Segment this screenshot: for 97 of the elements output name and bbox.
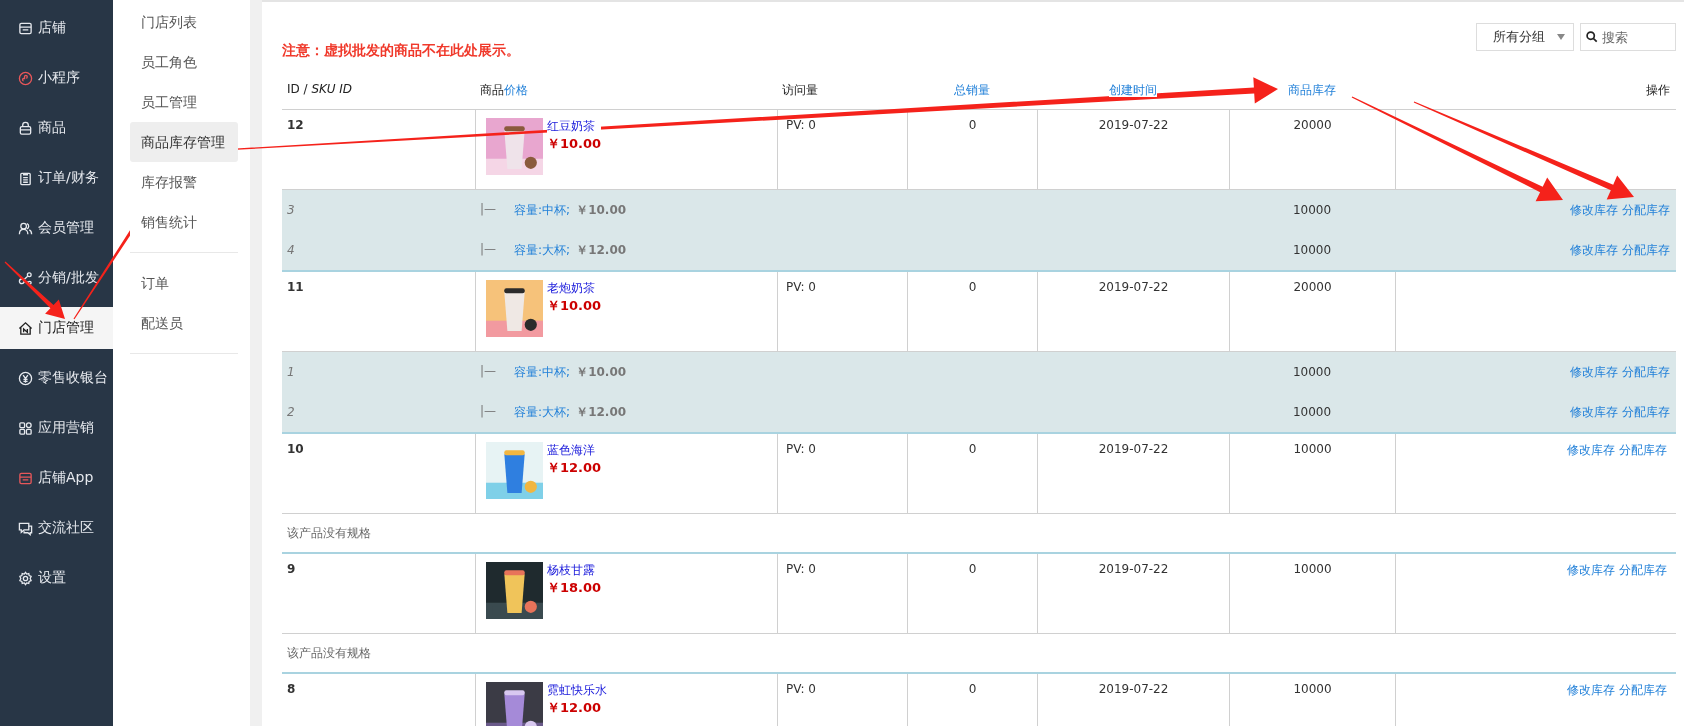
house-icon: [18, 320, 33, 336]
tree-branch: |—: [480, 363, 497, 380]
people-icon: [18, 220, 33, 236]
product-id: 10: [287, 442, 304, 456]
product-id: 12: [287, 118, 304, 132]
stock-count: 20000: [1293, 118, 1332, 132]
apps-icon: [18, 420, 33, 436]
page-views: PV: 0: [786, 118, 816, 132]
product-price: ￥12.00: [547, 699, 603, 717]
sort-link[interactable]: 创建时间: [1109, 83, 1157, 97]
sku-id: 3: [287, 203, 295, 217]
product-price: ￥18.00: [547, 579, 602, 597]
no-spec-note: 该产品没有规格: [287, 644, 371, 662]
stock-count: 10000: [1292, 243, 1332, 257]
stock-action-link[interactable]: 分配库存: [1619, 683, 1667, 697]
created-date: 2019-07-22: [1098, 280, 1169, 294]
page-views: PV: 0: [786, 442, 816, 456]
stock-count: 20000: [1293, 280, 1332, 294]
sidebar-item[interactable]: 商品: [0, 103, 113, 153]
sku-price: ￥12.00: [576, 403, 627, 421]
sidebar-item[interactable]: 设置: [0, 553, 113, 603]
sort-link[interactable]: 商品库存: [1288, 83, 1336, 97]
stock-count: 10000: [1293, 562, 1332, 576]
product-name-link[interactable]: 霓虹快乐水: [547, 682, 607, 699]
group-select[interactable]: 所有分组: [1476, 23, 1574, 51]
page-views: PV: 0: [786, 562, 816, 576]
sku-spec: 容量:中杯;: [514, 363, 571, 381]
sort-link[interactable]: 价格: [504, 83, 528, 97]
sidebar-item[interactable]: 店铺: [0, 3, 113, 53]
created-date: 2019-07-22: [1098, 442, 1169, 456]
product-id: 8: [287, 682, 296, 696]
stock-action-link[interactable]: 修改库存: [1567, 443, 1615, 457]
sidebar-item[interactable]: 小程序: [0, 53, 113, 103]
created-date: 2019-07-22: [1098, 682, 1169, 696]
tree-branch: |—: [480, 241, 497, 258]
sidebar-item[interactable]: 应用营销: [0, 403, 113, 453]
annotation-arrow: [4, 261, 65, 319]
sku-id: 2: [287, 405, 295, 419]
clipboard-icon: [18, 170, 33, 186]
product-id: 11: [287, 280, 304, 294]
stock-count: 10000: [1293, 682, 1332, 696]
store-icon: [18, 470, 33, 486]
bag-icon: [18, 120, 33, 136]
product-id: 9: [287, 562, 296, 576]
settings-icon: [18, 570, 33, 586]
stock-count: 10000: [1292, 203, 1332, 217]
product-name-link[interactable]: 红豆奶茶: [547, 118, 602, 135]
page-views: PV: 0: [786, 682, 816, 696]
tree-branch: |—: [480, 403, 497, 420]
sidebar-item[interactable]: 会员管理: [0, 203, 113, 253]
sku-spec: 容量:中杯;: [514, 201, 571, 219]
stock-action-link[interactable]: 分配库存: [1619, 443, 1667, 457]
product-price: ￥12.00: [547, 459, 602, 477]
caret-icon: [1557, 34, 1565, 40]
total-sales: 0: [968, 562, 977, 576]
sidebar-item[interactable]: 零售收银台: [0, 353, 113, 403]
sidebar-item[interactable]: 订单/财务: [0, 153, 113, 203]
created-date: 2019-07-22: [1098, 118, 1169, 132]
store-icon: [18, 20, 33, 36]
product-price: ￥10.00: [547, 297, 602, 315]
search-field[interactable]: 搜索: [1580, 23, 1676, 51]
sku-id: 1: [287, 365, 295, 379]
submenu-item[interactable]: 商品库存管理: [130, 122, 238, 162]
stock-count: 10000: [1292, 365, 1332, 379]
total-sales: 0: [968, 118, 977, 132]
total-sales: 0: [968, 442, 977, 456]
total-sales: 0: [968, 682, 977, 696]
stock-action-link[interactable]: 修改库存: [1567, 563, 1615, 577]
created-date: 2019-07-22: [1098, 562, 1169, 576]
search-icon: [1586, 31, 1598, 43]
sidebar-item[interactable]: 交流社区: [0, 503, 113, 553]
chat-icon: [18, 520, 33, 536]
sku-price: ￥12.00: [576, 241, 627, 259]
column-header: 商品: [480, 83, 504, 97]
sku-price: ￥10.00: [576, 363, 627, 381]
no-spec-note: 该产品没有规格: [287, 524, 371, 542]
sort-link[interactable]: 总销量: [954, 83, 990, 97]
yen-icon: [18, 370, 33, 386]
column-header: ID / SKU ID: [287, 82, 353, 96]
stock-count: 10000: [1292, 405, 1332, 419]
column-header: 访问量: [782, 83, 818, 97]
notice-text: 注意：虚拟批发的商品不在此处展示。: [282, 42, 520, 60]
sidebar-item[interactable]: 店铺App: [0, 453, 113, 503]
total-sales: 0: [968, 280, 977, 294]
tree-branch: |—: [480, 201, 497, 218]
stock-action-link[interactable]: 分配库存: [1619, 563, 1667, 577]
stock-action-link[interactable]: 修改库存: [1567, 683, 1615, 697]
product-price: ￥10.00: [547, 135, 602, 153]
page-views: PV: 0: [786, 280, 816, 294]
link-icon: [18, 70, 33, 86]
sku-id: 4: [287, 243, 295, 257]
sku-spec: 容量:大杯;: [514, 403, 571, 421]
sidebar-item[interactable]: 门店管理: [0, 307, 113, 349]
column-header: 操作: [1646, 83, 1670, 97]
sku-price: ￥10.00: [576, 201, 627, 219]
sku-spec: 容量:大杯;: [514, 241, 571, 259]
stock-count: 10000: [1293, 442, 1332, 456]
